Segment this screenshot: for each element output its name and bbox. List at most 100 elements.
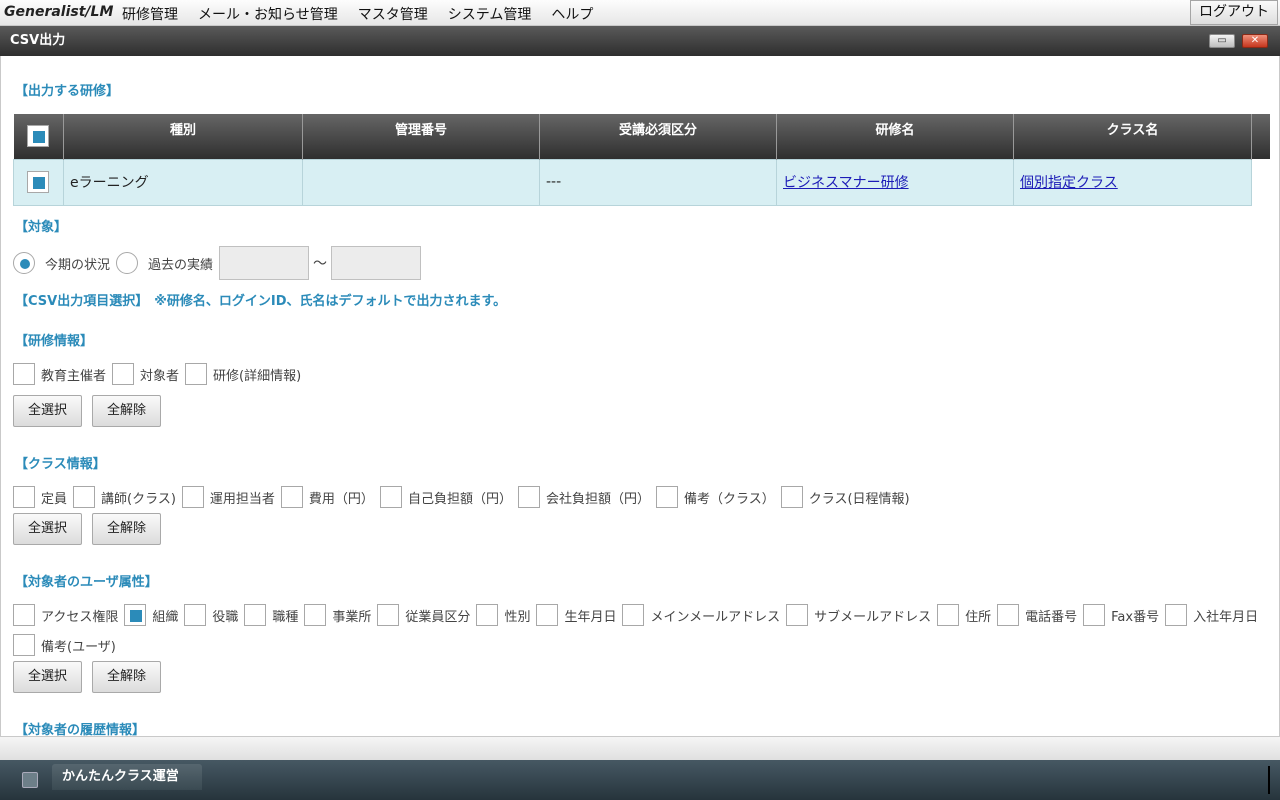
select-all-rows-checkbox[interactable] [27,124,50,147]
checkbox[interactable] [937,604,960,626]
cell-required: --- [539,158,777,206]
option-company-pay[interactable]: 会社負担額（円） [517,486,650,508]
option-education-organizer[interactable]: 教育主催者 [13,363,106,385]
checkbox[interactable] [1083,604,1106,626]
horizontal-scrollbar[interactable] [0,736,1280,760]
column-header-type[interactable]: 種別 [63,114,303,159]
user-attr-clear-all-button[interactable]: 全解除 [92,661,162,693]
column-header-id[interactable]: 管理番号 [302,114,540,159]
logout-button[interactable]: ログアウト [1190,0,1278,25]
checkbox[interactable] [377,604,400,626]
main-menu: 研修管理 メール・お知らせ管理 マスタ管理 システム管理 ヘルプ [122,4,593,24]
option-self-pay[interactable]: 自己負担額（円） [379,486,512,508]
checkbox[interactable] [304,604,327,626]
option-phone[interactable]: 電話番号 [997,604,1077,626]
checkbox[interactable] [517,486,540,508]
option-job-type[interactable]: 職種 [244,604,298,626]
checkbox[interactable] [13,486,35,508]
option-birthdate[interactable]: 生年月日 [536,604,616,626]
option-label: 住所 [965,609,992,625]
checkbox[interactable] [536,604,559,626]
option-training-detail[interactable]: 研修(詳細情報) [185,363,301,385]
option-office[interactable]: 事業所 [304,604,371,626]
menu-training-management[interactable]: 研修管理 [122,4,178,24]
csv-items-title: 【CSV出力項目選択】 [15,294,149,309]
course-link[interactable]: ビジネスマナー研修 [783,175,909,191]
option-class-remarks[interactable]: 備考（クラス） [655,486,775,508]
checkbox[interactable] [13,604,35,626]
class-info-options: 定員 講師(クラス) 運用担当者 費用（円） 自己負担額（円） 会社負担額（円）… [13,486,916,508]
checkbox[interactable] [181,486,204,508]
option-label: 講師(クラス) [101,491,176,507]
radio-past-results[interactable] [116,252,139,274]
option-label: 従業員区分 [405,609,471,625]
option-capacity[interactable]: 定員 [13,486,67,508]
row-checkbox[interactable] [27,171,49,193]
user-attr-options-row2: 備考(ユーザ) [13,634,122,656]
checkbox[interactable] [622,604,645,626]
checkbox[interactable] [997,604,1020,626]
taskbar-task-easy-class[interactable]: かんたんクラス運営 [52,764,202,790]
option-instructor[interactable]: 講師(クラス) [73,486,176,508]
menu-master-management[interactable]: マスタ管理 [358,4,428,24]
date-to-input[interactable] [331,246,422,280]
option-label: Fax番号 [1111,609,1160,625]
checkbox[interactable] [655,486,678,508]
column-header-class[interactable]: クラス名 [1013,114,1252,159]
close-icon[interactable]: ✕ [1242,34,1268,48]
class-link[interactable]: 個別指定クラス [1020,175,1118,191]
checkbox[interactable] [184,604,207,626]
checkbox[interactable] [124,604,147,626]
csv-export-panel: 【出力する研修】 種別 管理番号 受講必須区分 研修名 クラス名 eラーニング … [0,56,1280,736]
option-gender[interactable]: 性別 [476,604,530,626]
option-address[interactable]: 住所 [937,604,991,626]
training-info-select-all-button[interactable]: 全選択 [13,395,83,427]
option-label: 入社年月日 [1193,609,1259,625]
radio-current-period-label: 今期の状況 [45,257,111,273]
checkbox[interactable] [185,363,208,385]
column-header-course[interactable]: 研修名 [776,114,1014,159]
checkbox[interactable] [73,486,96,508]
option-main-email[interactable]: メインメールアドレス [622,604,780,626]
option-target-person[interactable]: 対象者 [112,363,179,385]
checkbox[interactable] [476,604,499,626]
option-employee-category[interactable]: 従業員区分 [377,604,470,626]
user-attr-select-all-button[interactable]: 全選択 [13,661,83,693]
option-organization[interactable]: 組織 [124,604,178,626]
option-label: 生年月日 [564,609,617,625]
option-class-schedule[interactable]: クラス(日程情報) [780,486,910,508]
option-hire-date[interactable]: 入社年月日 [1165,604,1258,626]
menu-help[interactable]: ヘルプ [551,4,593,24]
cell-type: eラーニング [63,158,303,206]
checkbox[interactable] [1165,604,1188,626]
checkbox[interactable] [244,604,267,626]
maximize-icon[interactable]: ▭ [1209,34,1235,48]
menu-mail-notice-management[interactable]: メール・お知らせ管理 [198,4,338,24]
checkbox[interactable] [780,486,803,508]
checkbox[interactable] [786,604,809,626]
checkbox[interactable] [112,363,135,385]
checkbox[interactable] [13,363,35,385]
option-position[interactable]: 役職 [184,604,238,626]
checkbox[interactable] [280,486,303,508]
date-from-input[interactable] [219,246,310,280]
training-info-clear-all-button[interactable]: 全解除 [92,395,162,427]
menu-system-management[interactable]: システム管理 [448,4,532,24]
class-info-select-all-button[interactable]: 全選択 [13,513,83,545]
option-label: 対象者 [140,368,180,384]
window-icon[interactable] [22,772,38,788]
option-label: 定員 [41,491,68,507]
checkbox[interactable] [13,634,35,656]
cell-spacer [1251,159,1270,205]
option-cost[interactable]: 費用（円） [280,486,374,508]
radio-current-period[interactable] [13,252,35,274]
option-sub-email[interactable]: サブメールアドレス [786,604,931,626]
option-user-remarks[interactable]: 備考(ユーザ) [13,634,116,656]
option-access-rights[interactable]: アクセス権限 [13,604,118,626]
option-label: 組織 [152,609,179,625]
option-operator[interactable]: 運用担当者 [181,486,275,508]
column-header-required[interactable]: 受講必須区分 [539,114,777,159]
class-info-clear-all-button[interactable]: 全解除 [92,513,162,545]
option-fax[interactable]: Fax番号 [1083,604,1159,626]
checkbox[interactable] [379,486,402,508]
